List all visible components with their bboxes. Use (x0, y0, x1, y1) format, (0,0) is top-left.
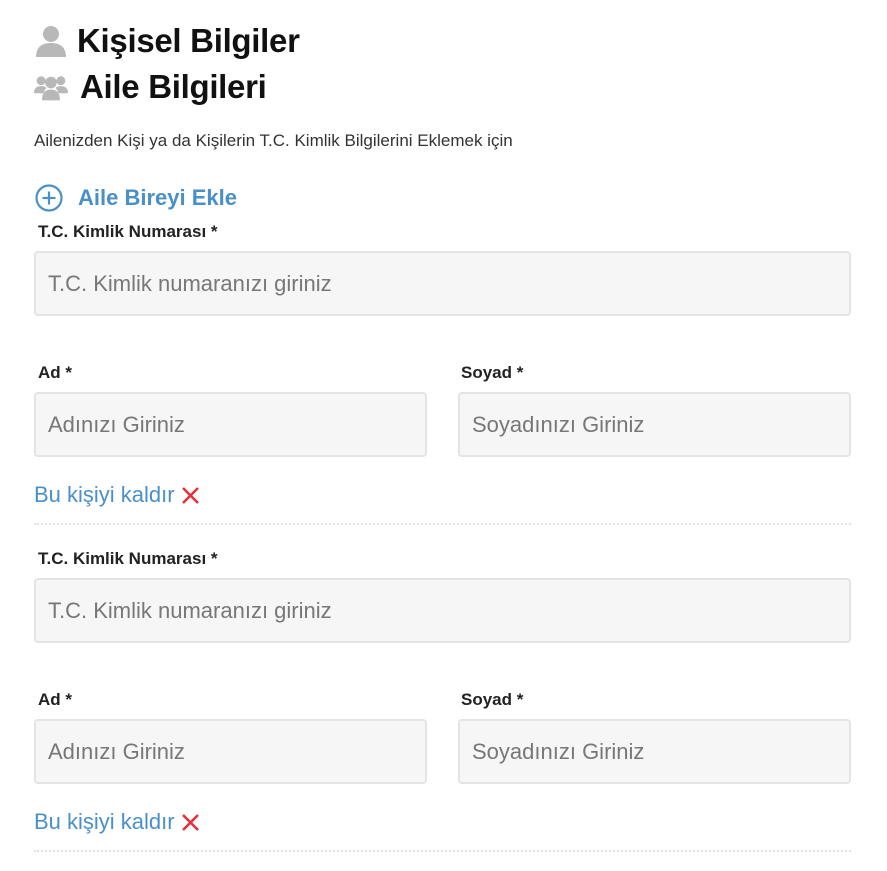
name-field-group: Ad * (34, 689, 427, 784)
remove-person-label: Bu kişiyi kaldır (34, 482, 175, 507)
tc-id-input[interactable] (34, 578, 851, 643)
close-x-icon (181, 813, 199, 831)
intro-text: Ailenizden Kişi ya da Kişilerin T.C. Kim… (34, 131, 513, 150)
surname-input[interactable] (458, 719, 851, 784)
divider (34, 850, 851, 852)
personal-info-heading: Kişisel Bilgiler (34, 21, 851, 61)
surname-label: Soyad * (461, 363, 524, 382)
surname-field-group: Soyad * (458, 362, 851, 457)
remove-person-button[interactable]: Bu kişiyi kaldır (34, 807, 851, 837)
add-family-member-label: Aile Bireyi Ekle (78, 185, 237, 210)
name-field-group: Ad * (34, 362, 427, 457)
family-info-form: Kişisel Bilgiler Aile Bilgileri Ailenizd… (34, 0, 851, 852)
family-member-entry: T.C. Kimlik Numarası * Ad * Soyad * Bu k… (34, 221, 851, 525)
surname-label: Soyad * (461, 690, 524, 709)
add-family-member-button[interactable]: Aile Bireyi Ekle (34, 182, 851, 214)
family-member-entry: T.C. Kimlik Numarası * Ad * Soyad * Bu k… (34, 548, 851, 852)
plus-circle-icon (35, 184, 63, 212)
name-label: Ad * (38, 690, 72, 709)
tc-id-label: T.C. Kimlik Numarası * (38, 222, 218, 241)
close-x-icon (181, 486, 199, 504)
family-info-title: Aile Bilgileri (80, 68, 267, 105)
surname-field-group: Soyad * (458, 689, 851, 784)
users-group-icon (34, 70, 68, 104)
surname-input[interactable] (458, 392, 851, 457)
personal-info-title: Kişisel Bilgiler (77, 22, 300, 59)
name-input[interactable] (34, 719, 427, 784)
user-icon (34, 24, 68, 58)
remove-person-label: Bu kişiyi kaldır (34, 809, 175, 834)
family-info-heading: Aile Bilgileri (34, 67, 851, 107)
tc-id-label: T.C. Kimlik Numarası * (38, 549, 218, 568)
remove-person-button[interactable]: Bu kişiyi kaldır (34, 480, 851, 510)
name-label: Ad * (38, 363, 72, 382)
divider (34, 523, 851, 525)
tc-id-input[interactable] (34, 251, 851, 316)
name-input[interactable] (34, 392, 427, 457)
